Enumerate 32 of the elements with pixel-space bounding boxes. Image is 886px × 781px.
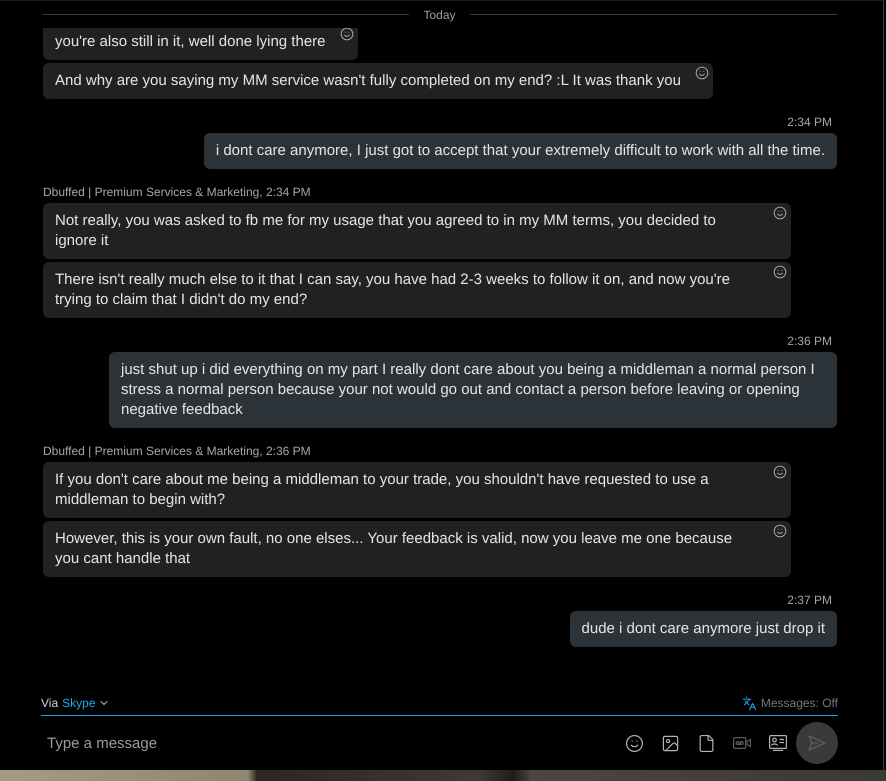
message-bubble: i dont care anymore, I just got to accept that your extremely difficult to work with all the time. xyxy=(204,133,837,169)
timestamp: 2:34 PM xyxy=(787,114,833,130)
smiley-icon xyxy=(624,734,644,752)
via-label: Via xyxy=(41,696,58,710)
file-icon xyxy=(696,734,716,752)
smiley-icon[interactable] xyxy=(773,206,787,220)
image-icon xyxy=(660,734,680,752)
message-bubble: dude i dont care anymore just drop it xyxy=(570,611,837,647)
date-divider-label: Today xyxy=(423,6,456,22)
translator-status: Messages: Off xyxy=(760,696,838,710)
message-text: If you don't care about me being a middleman to your trade, you shouldn't have requested to use a middleman to begin with? xyxy=(55,470,710,510)
timestamp: 2:36 PM xyxy=(787,333,833,349)
timestamp: 2:37 PM xyxy=(787,592,833,608)
sender-line: Dbuffed | Premium Services & Marketing, 2:36 PM xyxy=(43,443,311,459)
sender-line: Dbuffed | Premium Services & Marketing, 2:34 PM xyxy=(43,184,311,200)
smiley-icon[interactable] xyxy=(340,28,354,41)
smiley-icon[interactable] xyxy=(773,265,787,279)
smiley-icon[interactable] xyxy=(773,465,787,479)
message-bubble: just shut up i did everything on my part I really dont care about you being a middleman a normal person I stress a normal person because your not would go out and contact a person before leaving or opening negative feedback xyxy=(109,352,837,428)
message-text: And why are you saying my MM service wasn't fully completed on my end? :L It was thank you xyxy=(55,71,681,91)
message-text: Not really, you was asked to fb me for my usage that you agreed to in my MM terms, you decided to ignore it xyxy=(55,211,717,251)
video-message-icon xyxy=(733,736,751,750)
translate-icon[interactable] xyxy=(742,696,757,710)
contact-card-icon xyxy=(769,735,787,751)
service-dropdown[interactable]: Skype xyxy=(62,696,110,710)
message-input[interactable]: Type a message xyxy=(41,723,616,763)
smiley-icon[interactable] xyxy=(694,66,709,80)
message-text: There isn't really much else to it that I can say, you have had 2-3 weeks to follow it on, and now you're trying to claim that I didn't do my end? xyxy=(55,270,731,310)
send-icon xyxy=(808,735,826,751)
message-text: However, this is your own fault, no one elses... Your feedback is valid, now you leave me one because you cant handle that xyxy=(55,529,734,569)
smiley-icon[interactable] xyxy=(773,524,787,538)
message-text: you're also still in it, well done lying there xyxy=(55,32,326,52)
